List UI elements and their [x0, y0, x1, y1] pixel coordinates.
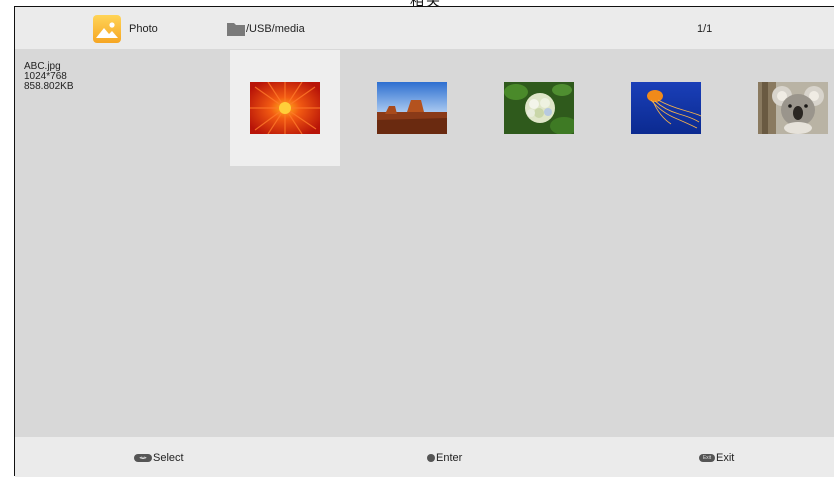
ok-button-icon	[427, 454, 435, 463]
page-indicator: 1/1	[697, 23, 713, 35]
exit-hint: Exit Exit	[699, 452, 734, 464]
thumbnail-item-koala[interactable]	[738, 50, 834, 166]
footer-bar: ◂▴▸ Select Enter Exit Exit	[15, 437, 834, 477]
app-title: Photo	[129, 23, 158, 35]
select-hint: ◂▴▸ Select	[134, 452, 184, 464]
thumbnail-image-koala	[758, 82, 828, 134]
thumbnail-image-red-flower	[250, 82, 320, 134]
exit-label: Exit	[716, 452, 735, 464]
folder-path: /USB/media	[246, 23, 305, 35]
thumbnail-item-desert[interactable]	[357, 50, 467, 166]
thumbnail-item-jellyfish[interactable]	[611, 50, 721, 166]
file-size: 858.802KB	[24, 81, 74, 92]
thumbnail-item-red-flower[interactable]	[230, 50, 340, 166]
select-label: Select	[153, 452, 184, 464]
enter-label: Enter	[436, 452, 463, 464]
enter-hint: Enter	[427, 452, 462, 464]
thumbnail-item-hydrangea[interactable]	[484, 50, 594, 166]
file-info-panel: ABC.jpg 1024*768 858.802KB	[24, 62, 74, 92]
thumbnail-image-hydrangea	[504, 82, 574, 134]
thumbnail-image-desert	[377, 82, 447, 134]
folder-icon	[227, 23, 245, 36]
exit-key-icon: Exit	[699, 454, 715, 463]
photo-browser-window: Photo /USB/media 1/1 ABC.jpg 1024*768 85…	[14, 6, 834, 477]
dpad-icon: ◂▴▸	[134, 454, 152, 463]
header-bar: Photo /USB/media 1/1	[15, 7, 834, 49]
thumbnail-image-jellyfish	[631, 82, 701, 134]
photo-app-icon	[93, 15, 121, 43]
